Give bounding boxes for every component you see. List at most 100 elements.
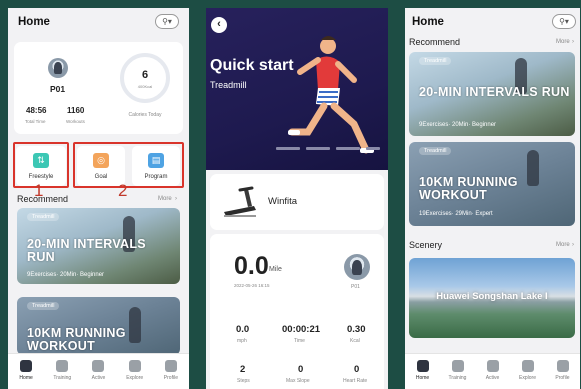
workout-subtitle: 9Exercises· 20Min· Beginner [27, 272, 105, 278]
tab-training[interactable]: Training [440, 354, 475, 389]
workout-card-10km[interactable]: Treadmill 10KM RUNNING WORKOUT 19Exercis… [409, 142, 575, 226]
workout-tag: Treadmill [27, 213, 60, 221]
total-time-label: Total Time [25, 119, 46, 124]
device-name: P01 [50, 84, 66, 94]
workout-data-card: 0.0 Mile 2022-05-26 16:15 P01 0.0 mph 00… [210, 234, 384, 389]
scenery-more-link[interactable]: More [556, 242, 570, 248]
workouts-label: Workouts [66, 119, 85, 124]
session-date: 2022-05-26 16:15 [234, 283, 270, 288]
workout-title: 20-MIN INTERVALS RUN [419, 85, 570, 99]
treadmill-icon [224, 186, 256, 217]
annotation-2: 2 [118, 181, 128, 200]
stats-card: P01 48:56 Total Time 1160 Workouts 6 400… [14, 42, 183, 134]
distance-unit: Mile [269, 266, 282, 273]
quick-start-title: Quick start [210, 57, 294, 74]
max-slope-value: 0 [298, 364, 304, 375]
explore-icon [521, 360, 534, 372]
bike-icon[interactable]: ⚲▾ [155, 14, 179, 29]
workout-subtitle: 19Exercises· 29Min· Expert [419, 211, 493, 217]
recommend-more-link[interactable]: More [158, 196, 172, 202]
track-line [276, 147, 300, 150]
workout-tag: Treadmill [27, 302, 60, 310]
active-icon [486, 360, 499, 372]
runner-illustration [288, 36, 374, 154]
workout-subtitle: 9Exercises· 20Min· Beginner [419, 122, 497, 128]
chevron-left-icon[interactable]: ‹ [211, 17, 227, 33]
tab-active[interactable]: Active [475, 354, 510, 389]
steps-value: 2 [240, 364, 246, 375]
steps-label: Steps [237, 378, 250, 384]
bottom-tab-bar: Home Training Active Explore Profile [405, 353, 580, 389]
kcal-value: 0.30 [347, 324, 366, 335]
chevron-right-icon: › [572, 39, 574, 45]
bottom-tab-bar: Home Training Active Explore Profile [8, 353, 189, 389]
total-time-value: 48:56 [26, 106, 47, 115]
scenery-title: Scenery [409, 240, 443, 250]
speed-label: mph [237, 338, 247, 344]
scenery-card[interactable]: Huawei Songshan Lake I [409, 258, 575, 338]
recommend-more-link[interactable]: More [556, 39, 570, 45]
speed-value: 0.0 [236, 324, 250, 335]
quick-start-hero: ‹ Quick start Treadmill [206, 8, 388, 170]
tab-active[interactable]: Active [80, 354, 116, 389]
workout-title: 10KM RUNNING WORKOUT [27, 326, 126, 353]
device-avatar[interactable] [344, 254, 370, 280]
tab-home[interactable]: Home [405, 354, 440, 389]
profile-icon [556, 360, 569, 372]
home-screen: Home ⚲▾ P01 48:56 Total Time 1160 Workou… [8, 8, 189, 389]
device-avatar[interactable] [48, 58, 68, 78]
home-icon [20, 360, 33, 372]
quick-start-screen: ‹ Quick start Treadmill Winfita 0.0 Mile… [206, 8, 388, 389]
home-header: Home ⚲▾ [8, 8, 189, 38]
workout-title: 10KM RUNNING WORKOUT [419, 175, 518, 202]
chevron-right-icon: › [572, 242, 574, 248]
home-screen-scrolled: Home ⚲▾ Recommend More › Treadmill 20-MI… [405, 8, 580, 389]
recommend-title: Recommend [17, 194, 69, 204]
distance-value: 0.0 [234, 252, 269, 280]
recommend-title: Recommend [409, 37, 461, 47]
calorie-value: 6 [141, 69, 149, 81]
home-header: Home ⚲▾ [405, 8, 580, 38]
explore-icon [128, 360, 141, 372]
training-icon [451, 360, 464, 372]
workout-card-intervals[interactable]: Treadmill 20-MIN INTERVALS RUN 9Exercise… [17, 208, 180, 284]
workout-tag: Treadmill [419, 57, 452, 65]
kcal-label: Kcal [350, 338, 360, 344]
time-label: Time [294, 338, 305, 344]
max-slope-label: Max Slope [286, 378, 310, 384]
tab-training[interactable]: Training [44, 354, 80, 389]
calorie-ring[interactable]: 6 400Kcal [120, 53, 170, 103]
tab-profile[interactable]: Profile [545, 354, 580, 389]
tab-explore[interactable]: Explore [117, 354, 153, 389]
track-line [336, 147, 360, 150]
workout-title: 20-MIN INTERVALS RUN [27, 237, 146, 264]
workouts-value: 1160 [67, 106, 85, 115]
training-icon [56, 360, 69, 372]
track-line [306, 147, 330, 150]
tab-profile[interactable]: Profile [153, 354, 189, 389]
workout-card-intervals[interactable]: Treadmill 20-MIN INTERVALS RUN 9Exercise… [409, 52, 575, 136]
device-name: Winfita [268, 196, 298, 207]
quick-start-subtitle: Treadmill [210, 80, 247, 90]
device-name: P01 [351, 284, 360, 290]
scenery-label: Huawei Songshan Lake I [436, 291, 548, 302]
program-icon: ▤ [148, 153, 164, 168]
page-title: Home [412, 16, 444, 28]
profile-icon [164, 360, 177, 372]
calorie-label: Calories Today [128, 112, 162, 118]
program-button[interactable]: ▤ Program [132, 146, 180, 186]
freestyle-button[interactable]: ⇅ Freestyle [16, 146, 66, 186]
home-icon [416, 360, 429, 372]
bike-icon[interactable]: ⚲▾ [552, 14, 576, 29]
page-title: Home [18, 16, 50, 28]
goal-button[interactable]: ◎ Goal [77, 146, 125, 186]
tab-explore[interactable]: Explore [510, 354, 545, 389]
device-card[interactable]: Winfita [210, 174, 384, 230]
heart-rate-label: Heart Rate [343, 378, 368, 384]
time-value: 00:00:21 [282, 324, 321, 335]
workout-card-10km[interactable]: Treadmill 10KM RUNNING WORKOUT [17, 297, 180, 355]
tab-home[interactable]: Home [8, 354, 44, 389]
active-icon [92, 360, 105, 372]
workout-tag: Treadmill [419, 147, 452, 155]
freestyle-icon: ⇅ [33, 153, 49, 168]
